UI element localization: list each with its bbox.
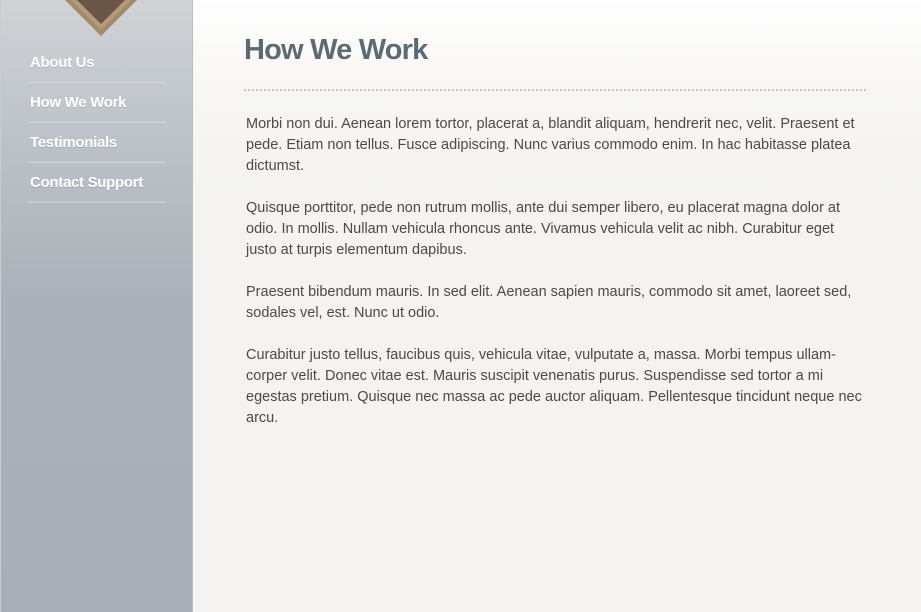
title-divider [244, 89, 866, 91]
paragraph-3: Praesent bibendum mauris. In sed elit. A… [246, 284, 852, 321]
article-body: Morbi non dui. Aenean lorem tortor, plac… [246, 114, 866, 450]
paragraph-4: Curabitur justo tellus, faucibus quis, v… [246, 347, 862, 426]
sidebar-item-about-us: About Us [28, 42, 166, 82]
page-title: How We Work [244, 34, 428, 66]
sidebar-nav: About Us How We Work Testimonials Contac… [28, 42, 166, 202]
paragraph-2: Quisque porttitor, pede non rutrum molli… [246, 200, 841, 258]
nav-link-about-us[interactable]: About Us [28, 42, 166, 71]
sidebar-item-contact-support: Contact Support [28, 162, 166, 202]
nav-link-contact-support[interactable]: Contact Support [28, 162, 166, 191]
sidebar: About Us How We Work Testimonials Contac… [0, 0, 193, 612]
sidebar-item-testimonials: Testimonials [28, 122, 166, 162]
diamond-logo-icon[interactable] [62, 0, 140, 36]
main-content: How We Work Morbi non dui. Aenean lorem … [193, 0, 921, 612]
nav-link-how-we-work[interactable]: How We Work [28, 82, 166, 111]
sidebar-item-how-we-work: How We Work [28, 82, 166, 122]
paragraph-1: Morbi non dui. Aenean lorem tortor, plac… [246, 116, 855, 174]
nav-link-testimonials[interactable]: Testimonials [28, 122, 166, 151]
